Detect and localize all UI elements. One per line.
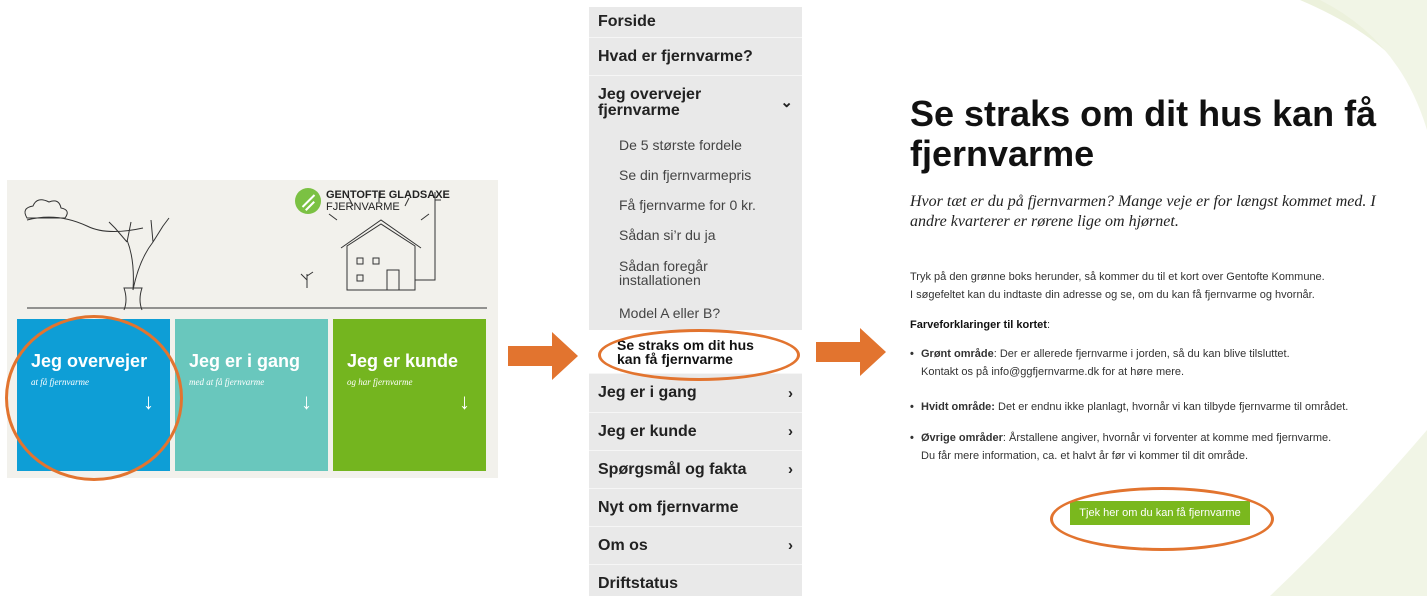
menu-item-label: Nyt om fjernvarme [598, 498, 739, 516]
submenu-item-label: Se straks om dit hus kan få fjernvarme [617, 336, 754, 367]
submenu-item-label: Se din fjernvarmepris [619, 167, 752, 183]
tile-subtitle: og har fjernvarme [347, 377, 413, 387]
menu-item-jeg-er-kunde[interactable]: Jeg er kunde › [589, 413, 802, 451]
legend-heading: Farveforklaringer til kortet: [910, 319, 1050, 331]
submenu-item-active[interactable]: Se straks om dit hus kan få fjernvarme [589, 330, 802, 373]
bullet-dot: • [910, 401, 914, 413]
page-lead: Hvor tæt er du på fjernvarmen? Mange vej… [910, 193, 1376, 230]
arrow-down-icon: ↓ [301, 389, 312, 414]
submenu-item[interactable]: Sådan si’r du ja [589, 220, 802, 250]
menu-item-hvad-er-fjernvarme[interactable]: Hvad er fjernvarme? [589, 38, 802, 76]
intro-line-1: Tryk på den grønne boks herunder, så kom… [910, 271, 1325, 283]
menu-item-label: Jeg overvejer fjernvarme [598, 86, 702, 119]
menu-item-om-os[interactable]: Om os › [589, 527, 802, 565]
logo-line1: GENTOFTE GLADSAXE [326, 189, 450, 201]
email-link[interactable]: info@ggfjernvarme.dk [991, 366, 1099, 378]
chevron-right-icon: › [788, 384, 793, 402]
bullet-dot: • [910, 432, 914, 444]
tile-subtitle: at få fjernvarme [31, 377, 89, 387]
legend-bullet-green: • Grønt område: Der er allerede fjernvar… [910, 345, 1415, 381]
tile-jeg-er-i-gang[interactable]: Jeg er i gang med at få fjernvarme ↓ [175, 319, 328, 471]
submenu-item[interactable]: Få fjernvarme for 0 kr. [589, 190, 802, 220]
chevron-right-icon: › [788, 423, 793, 440]
menu-item-jeg-er-i-gang[interactable]: Jeg er i gang › [589, 373, 802, 413]
submenu-item-label: Sådan foregår installationen [619, 258, 708, 288]
hero-tiles: Jeg overvejer at få fjernvarme ↓ Jeg er … [17, 319, 486, 471]
tile-jeg-er-kunde[interactable]: Jeg er kunde og har fjernvarme ↓ [333, 319, 486, 471]
menu-item-nyt-om-fjernvarme[interactable]: Nyt om fjernvarme [589, 489, 802, 527]
menu-item-label: Om os [598, 536, 648, 554]
tile-title: Jeg overvejer [31, 351, 148, 371]
chevron-down-icon: ⌄ [780, 94, 793, 111]
submenu-item[interactable]: Model A eller B? [589, 296, 802, 330]
page-title: Se straks om dit hus kan få fjernvarme [910, 93, 1377, 174]
menu-item-label: Driftstatus [598, 574, 679, 592]
menu-item-forside[interactable]: Forside [589, 7, 802, 38]
arrow-down-icon: ↓ [459, 389, 470, 414]
menu-item-label: Jeg er i gang [598, 384, 697, 401]
tile-jeg-overvejer[interactable]: Jeg overvejer at få fjernvarme ↓ [17, 319, 170, 471]
tile-subtitle: med at få fjernvarme [189, 377, 265, 387]
logo-line2: FJERNVARME [326, 201, 400, 213]
submenu-item[interactable]: Sådan foregår installationen [589, 250, 802, 296]
arrow-down-icon: ↓ [143, 389, 154, 414]
submenu-item[interactable]: Se din fjernvarmepris [589, 160, 802, 190]
submenu-item-label: Sådan si’r du ja [619, 227, 716, 243]
chevron-right-icon: › [788, 537, 793, 554]
intro-line-2: I søgefeltet kan du indtaste din adresse… [910, 289, 1315, 301]
logo-icon [295, 188, 321, 214]
menu-item-label: Forside [598, 13, 656, 30]
page-content-panel: Se straks om dit hus kan få fjernvarme H… [880, 0, 1427, 596]
gentofte-gladsaxe-logo: GENTOFTE GLADSAXE FJERNVARME [295, 188, 450, 214]
submenu-item[interactable]: De 5 største fordele [589, 130, 802, 160]
menu-item-label: Hvad er fjernvarme? [598, 47, 753, 65]
menu-item-driftstatus[interactable]: Driftstatus [589, 565, 802, 602]
mobile-nav-menu: Forside Hvad er fjernvarme? Jeg overveje… [589, 7, 802, 596]
hero-panel: GENTOFTE GLADSAXE FJERNVARME Jeg overvej… [7, 180, 498, 478]
arrow-right-icon [816, 328, 886, 376]
arrow-right-icon [508, 332, 578, 380]
legend-bullet-other: • Øvrige områder: Årstallene angiver, hv… [910, 429, 1415, 465]
menu-item-label: Jeg er kunde [598, 422, 697, 440]
chevron-right-icon: › [788, 461, 793, 478]
menu-item-jeg-overvejer[interactable]: Jeg overvejer fjernvarme ⌄ [589, 76, 802, 130]
submenu-item-label: Model A eller B? [619, 305, 721, 321]
tile-title: Jeg er kunde [347, 351, 459, 371]
bullet-dot: • [910, 348, 914, 360]
menu-item-label: Spørgsmål og fakta [598, 460, 747, 478]
tile-title: Jeg er i gang [189, 351, 301, 371]
menu-item-spoergsmaal-og-fakta[interactable]: Spørgsmål og fakta › [589, 451, 802, 489]
submenu-item-label: De 5 største fordele [619, 137, 742, 153]
submenu-item-label: Få fjernvarme for 0 kr. [619, 197, 756, 213]
check-fjernvarme-button[interactable]: Tjek her om du kan få fjernvarme [1070, 501, 1250, 525]
legend-bullet-white: • Hvidt område: Det er endnu ikke planla… [910, 398, 1415, 416]
